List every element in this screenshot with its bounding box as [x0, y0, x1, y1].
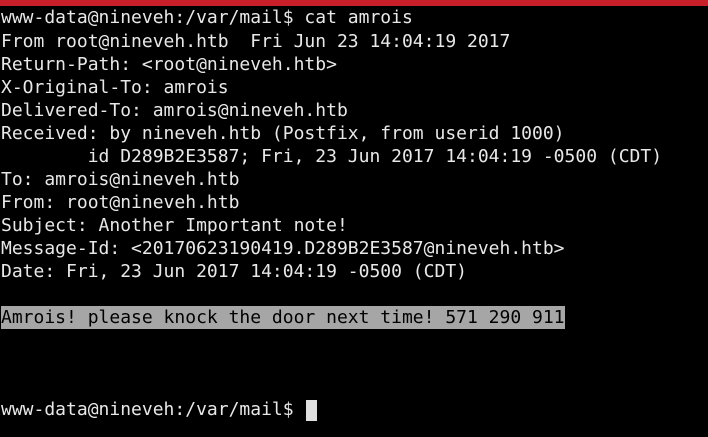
- mail-line-return-path: Return-Path: <root@nineveh.htb>: [1, 54, 337, 75]
- text-cursor: [306, 399, 318, 421]
- prompt-line[interactable]: www-data@nineveh:/var/mail$: [1, 398, 318, 421]
- mail-line-subject: Subject: Another Important note!: [1, 215, 348, 236]
- mail-line-received: Received: by nineveh.htb (Postfix, from …: [1, 123, 565, 144]
- mail-line-from: From: root@nineveh.htb: [1, 192, 240, 213]
- mail-line-delivered-to: Delivered-To: amrois@nineveh.htb: [1, 100, 348, 121]
- terminal-window[interactable]: www-data@nineveh:/var/mail$ cat amrois F…: [0, 0, 708, 437]
- mail-line-message-id: Message-Id: <20170623190419.D289B2E3587@…: [1, 238, 565, 259]
- mail-line-date: Date: Fri, 23 Jun 2017 14:04:19 -0500 (C…: [1, 261, 467, 282]
- mail-line-to: To: amrois@nineveh.htb: [1, 169, 240, 190]
- mail-line-x-original-to: X-Original-To: amrois: [1, 77, 229, 98]
- mail-line-received-id: id D289B2E3587; Fri, 23 Jun 2017 14:04:1…: [1, 146, 663, 167]
- command-line: www-data@nineveh:/var/mail$ cat amrois: [1, 7, 413, 28]
- highlighted-mail-body: Amrois! please knock the door next time!…: [1, 306, 565, 329]
- mail-line-from-header: From root@nineveh.htb Fri Jun 23 14:04:1…: [1, 31, 511, 52]
- prompt-text: www-data@nineveh:/var/mail$: [1, 399, 305, 420]
